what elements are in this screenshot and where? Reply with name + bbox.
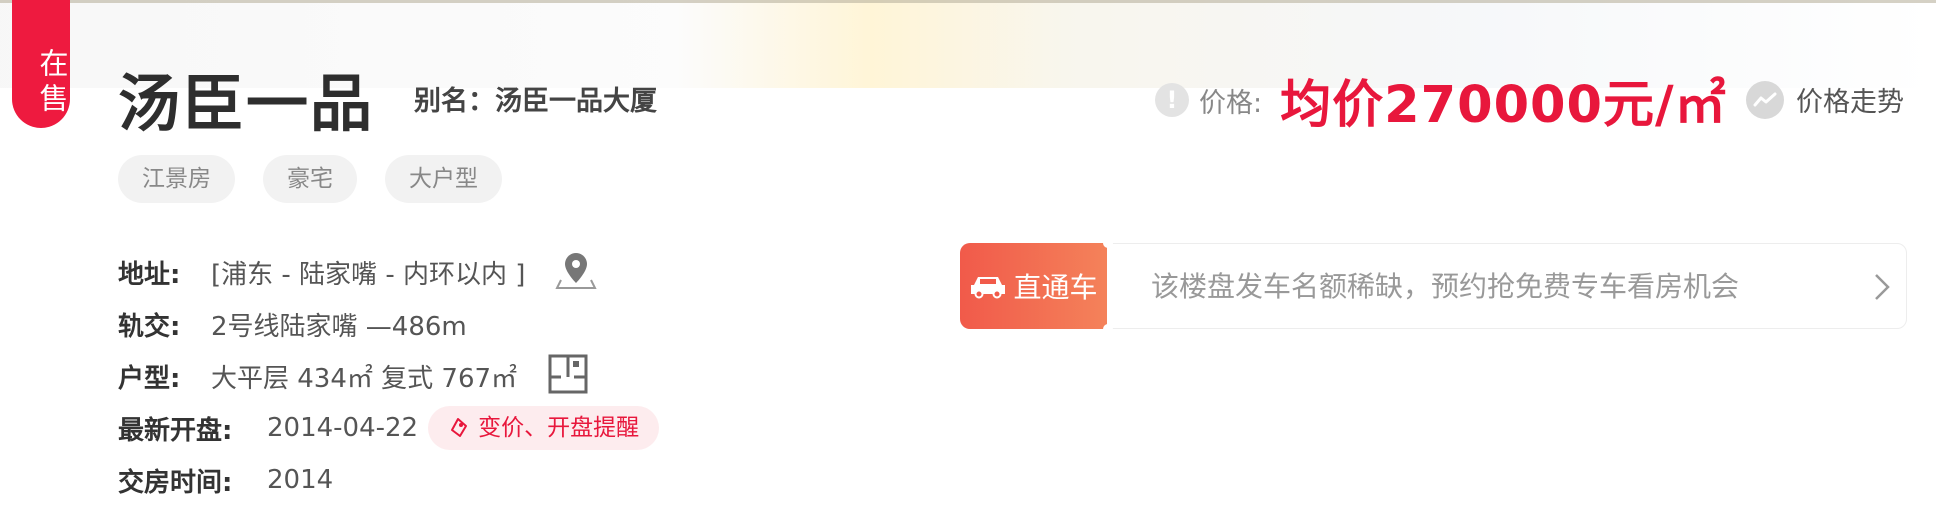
transit-row: 轨交: 2号线陆家嘴 —486m xyxy=(118,298,659,350)
shuttle-badge: 直通车 xyxy=(960,243,1107,329)
alias-label: 别名：汤臣一品大厦 xyxy=(414,86,657,117)
ticket-notch-bottom xyxy=(1103,324,1113,334)
opening-row: 最新开盘: 2014-04-22 变价、开盘提醒 xyxy=(118,402,660,454)
warning-icon[interactable]: ! xyxy=(1155,83,1189,117)
shuttle-badge-label: 直通车 xyxy=(1013,271,1098,304)
address-key: 地址: xyxy=(118,259,181,290)
layout-row: 户型: 大平层 434㎡ 复式 767㎡ xyxy=(118,350,659,402)
tag: 大户型 xyxy=(385,155,502,203)
address-value: [浦东 - 陆家嘴 - 内环以内 ] xyxy=(211,259,526,290)
shuttle-booking-card[interactable]: 直通车 该楼盘发车名额稀缺，预约抢免费专车看房机会 xyxy=(960,238,1907,334)
tag: 豪宅 xyxy=(263,155,357,203)
layout-value: 大平层 434㎡ 复式 767㎡ xyxy=(211,363,518,394)
price-block: ! 价格: 均价270000元/㎡ xyxy=(1155,70,1727,135)
chevron-right-icon[interactable] xyxy=(1872,272,1892,306)
price-trend-label: 价格走势 xyxy=(1796,87,1904,118)
delivery-row: 交房时间: 2014 xyxy=(118,454,659,506)
ticket-notch-top xyxy=(1103,238,1113,248)
property-info: 地址: [浦东 - 陆家嘴 - 内环以内 ] 轨交: 2号线陆家嘴 —486m … xyxy=(118,246,660,506)
price-alert-label: 变价、开盘提醒 xyxy=(478,415,640,441)
opening-key: 最新开盘: xyxy=(118,415,233,446)
price-value: 均价270000元/㎡ xyxy=(1280,76,1727,135)
delivery-value: 2014 xyxy=(267,465,334,495)
layout-key: 户型: xyxy=(118,363,181,394)
bell-icon xyxy=(446,416,470,440)
floor-plan-icon[interactable] xyxy=(547,353,589,399)
price-alert-button[interactable]: 变价、开盘提醒 xyxy=(428,406,660,450)
map-pin-icon[interactable] xyxy=(555,249,597,295)
tag: 江景房 xyxy=(118,155,235,203)
shuttle-promo-text: 该楼盘发车名额稀缺，预约抢免费专车看房机会 xyxy=(1151,270,1740,303)
address-row: 地址: [浦东 - 陆家嘴 - 内环以内 ] xyxy=(118,246,659,298)
status-ribbon: 在售 xyxy=(12,0,70,128)
tag-list: 江景房 豪宅 大户型 xyxy=(118,155,502,203)
page-title: 汤臣一品 xyxy=(118,67,375,140)
transit-value: 2号线陆家嘴 —486m xyxy=(211,311,467,342)
car-icon xyxy=(969,273,1007,299)
price-trend-link[interactable]: 价格走势 xyxy=(1746,80,1904,119)
trend-icon xyxy=(1746,80,1784,119)
delivery-key: 交房时间: xyxy=(118,467,233,498)
banner-edge xyxy=(0,0,1936,3)
price-label: 价格: xyxy=(1199,87,1263,119)
transit-key: 轨交: xyxy=(118,311,181,342)
opening-value: 2014-04-22 xyxy=(267,413,419,443)
